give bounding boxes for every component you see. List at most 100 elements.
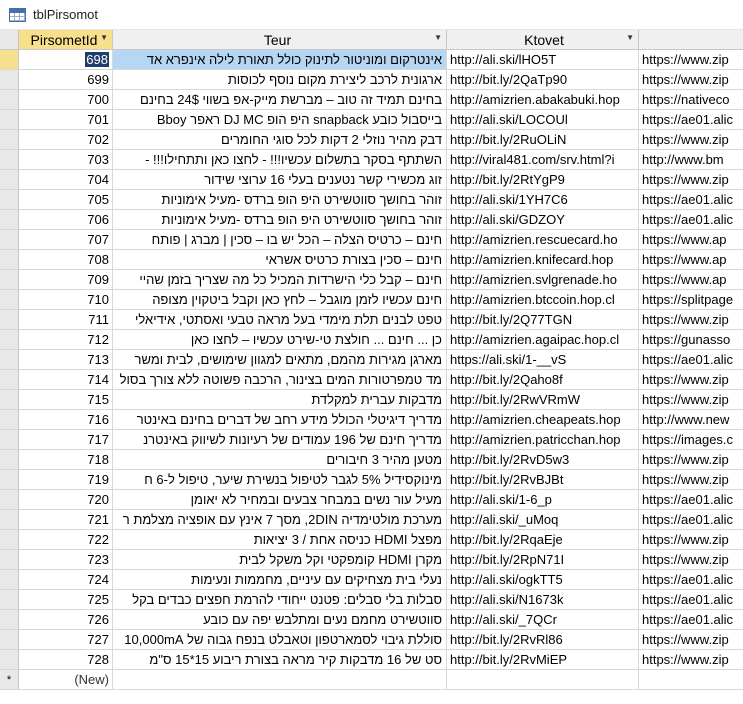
- cell-pirsometid[interactable]: 727: [19, 630, 113, 650]
- cell-pirsometid[interactable]: 699: [19, 70, 113, 90]
- cell-extra[interactable]: https://www.zip: [639, 50, 743, 70]
- cell-pirsometid[interactable]: 725: [19, 590, 113, 610]
- cell-pirsometid[interactable]: 703: [19, 150, 113, 170]
- row-selector[interactable]: [0, 270, 19, 290]
- new-record-row[interactable]: * (New): [0, 670, 743, 690]
- table-row[interactable]: 720 מעיל עור נשים במבחר צבעים ובמחיר לא י…: [0, 490, 743, 510]
- cell-ktovet[interactable]: http://ali.ski/1-6_p: [447, 490, 639, 510]
- row-selector[interactable]: [0, 450, 19, 470]
- cell-ktovet[interactable]: http://ali.ski/1YH7C6: [447, 190, 639, 210]
- cell-teur[interactable]: מארגן מגירות מהמם, מתאים למגוון שימושים,…: [113, 350, 447, 370]
- cell-extra[interactable]: https://ae01.alic: [639, 510, 743, 530]
- table-row[interactable]: 714 מד טמפרטורות המים בצינור, הרכבה פשוטה…: [0, 370, 743, 390]
- cell-teur[interactable]: סט של 16 מדבקות קיר מראה בצורת ריבוע 15*…: [113, 650, 447, 670]
- cell-ktovet[interactable]: http://bit.ly/2RvMiEP: [447, 650, 639, 670]
- cell-extra[interactable]: https://ae01.alic: [639, 210, 743, 230]
- table-row[interactable]: 728 סט של 16 מדבקות קיר מראה בצורת ריבוע …: [0, 650, 743, 670]
- row-selector[interactable]: [0, 350, 19, 370]
- cell-extra[interactable]: http://www.bm: [639, 150, 743, 170]
- cell-teur[interactable]: זוג מכשירי קשר נטענים בעלי 16 ערוצי שידו…: [113, 170, 447, 190]
- row-selector[interactable]: [0, 90, 19, 110]
- cell-ktovet[interactable]: http://bit.ly/2RuOLiN: [447, 130, 639, 150]
- table-row[interactable]: 719 מינוקסידיל 5% לגבר לטיפול בנשירת שיער…: [0, 470, 743, 490]
- row-selector[interactable]: [0, 310, 19, 330]
- cell-extra[interactable]: https://www.zip: [639, 310, 743, 330]
- cell-ktovet[interactable]: http://ali.ski/_uMoq: [447, 510, 639, 530]
- cell-ktovet[interactable]: http://ali.ski/GDZOY: [447, 210, 639, 230]
- row-selector[interactable]: [0, 190, 19, 210]
- cell-pirsometid[interactable]: 716: [19, 410, 113, 430]
- cell-extra[interactable]: https://ae01.alic: [639, 190, 743, 210]
- dropdown-arrow-icon[interactable]: ▼: [626, 33, 634, 42]
- cell-extra[interactable]: https://gunasso: [639, 330, 743, 350]
- cell-pirsometid[interactable]: 718: [19, 450, 113, 470]
- row-selector[interactable]: [0, 390, 19, 410]
- cell-teur[interactable]: מעיל עור נשים במבחר צבעים ובמחיר לא יאומ…: [113, 490, 447, 510]
- cell-ktovet[interactable]: http://amizrien.abakabuki.hop: [447, 90, 639, 110]
- cell-teur[interactable]: [113, 670, 447, 690]
- cell-extra[interactable]: https://ae01.alic: [639, 350, 743, 370]
- column-header-teur[interactable]: Teur ▼: [113, 30, 447, 49]
- cell-extra[interactable]: https://ae01.alic: [639, 590, 743, 610]
- cell-ktovet[interactable]: http://viral481.com/srv.html?i: [447, 150, 639, 170]
- cell-extra[interactable]: https://www.zip: [639, 470, 743, 490]
- cell-pirsometid[interactable]: 713: [19, 350, 113, 370]
- cell-ktovet[interactable]: http://bit.ly/2Qaho8f: [447, 370, 639, 390]
- cell-extra[interactable]: https://www.zip: [639, 130, 743, 150]
- cell-pirsometid[interactable]: 711: [19, 310, 113, 330]
- cell-ktovet[interactable]: http://bit.ly/2RwVRmW: [447, 390, 639, 410]
- cell-teur[interactable]: חינם – סכין בצורת כרטיס אשראי: [113, 250, 447, 270]
- cell-ktovet[interactable]: http://bit.ly/2RtYgP9: [447, 170, 639, 190]
- cell-extra[interactable]: http://www.new: [639, 410, 743, 430]
- cell-ktovet[interactable]: https://ali.ski/1-__vS: [447, 350, 639, 370]
- cell-pirsometid[interactable]: 723: [19, 550, 113, 570]
- row-selector[interactable]: [0, 210, 19, 230]
- cell-ktovet[interactable]: http://amizrien.agaipac.hop.cl: [447, 330, 639, 350]
- table-row[interactable]: 699 ארגונית לרכב ליצירת מקום נוסף לכוסות h…: [0, 70, 743, 90]
- table-row[interactable]: 713 מארגן מגירות מהמם, מתאים למגוון שימוש…: [0, 350, 743, 370]
- cell-ktovet[interactable]: http://bit.ly/2RvD5w3: [447, 450, 639, 470]
- cell-ktovet[interactable]: http://ali.ski/_7QCr: [447, 610, 639, 630]
- cell-ktovet[interactable]: http://bit.ly/2RvBJBt: [447, 470, 639, 490]
- cell-teur[interactable]: מטען מהיר 3 חיבורים: [113, 450, 447, 470]
- cell-pirsometid[interactable]: 728: [19, 650, 113, 670]
- table-row[interactable]: 724 נעלי בית מצחיקים עם עיניים, מחממות ונ…: [0, 570, 743, 590]
- cell-teur[interactable]: מינוקסידיל 5% לגבר לטיפול בנשירת שיער, ט…: [113, 470, 447, 490]
- cell-extra[interactable]: https://ae01.alic: [639, 610, 743, 630]
- cell-pirsometid[interactable]: 724: [19, 570, 113, 590]
- cell-ktovet[interactable]: http://ali.ski/N1673k: [447, 590, 639, 610]
- cell-teur[interactable]: דבק מהיר נוזלי 2 דקות לכל סוגי החומרים: [113, 130, 447, 150]
- row-selector[interactable]: [0, 250, 19, 270]
- cell-pirsometid[interactable]: 721: [19, 510, 113, 530]
- cell-ktovet[interactable]: http://ali.ski/lHO5T: [447, 50, 639, 70]
- column-header-ktovet[interactable]: Ktovet ▼: [447, 30, 639, 49]
- table-row[interactable]: 715 מדבקות עברית למקלדת http://bit.ly/2RwV…: [0, 390, 743, 410]
- cell-extra[interactable]: https://images.c: [639, 430, 743, 450]
- cell-extra[interactable]: https://www.zip: [639, 550, 743, 570]
- cell-teur[interactable]: סוללת גיבוי לסמארטפון וטאבלט בנפח גבוה ש…: [113, 630, 447, 650]
- table-row[interactable]: 708 חינם – סכין בצורת כרטיס אשראי http://a…: [0, 250, 743, 270]
- column-header-partial[interactable]: [639, 30, 743, 49]
- table-row[interactable]: 725 סבלות בלי סבלים: פטנט ייחודי להרמת חפ…: [0, 590, 743, 610]
- table-row[interactable]: 723 מקרן HDMI קומפקטי וקל משקל לבית http:/…: [0, 550, 743, 570]
- cell-ktovet[interactable]: http://amizrien.cheapeats.hop: [447, 410, 639, 430]
- cell-extra[interactable]: https://ae01.alic: [639, 490, 743, 510]
- cell-teur[interactable]: טפט לבנים תלת מימדי בעל מראה טבעי ואסתטי…: [113, 310, 447, 330]
- cell-teur[interactable]: כן ... חינם ... חולצת טי-שירט עכשיו – לח…: [113, 330, 447, 350]
- cell-teur[interactable]: בחינם תמיד זה טוב – מברשת מייק-אפ בשווי …: [113, 90, 447, 110]
- table-row[interactable]: 726 סווטשירט מחמם נעים ומתלבש יפה עם כובע…: [0, 610, 743, 630]
- cell-extra[interactable]: https://www.ap: [639, 250, 743, 270]
- cell-ktovet[interactable]: http://amizrien.knifecard.hop: [447, 250, 639, 270]
- table-row[interactable]: 721 מערכת מולטימדיה 2DIN, מסך 7 אינץ עם א…: [0, 510, 743, 530]
- cell-extra[interactable]: https://splitpage: [639, 290, 743, 310]
- cell-teur[interactable]: ארגונית לרכב ליצירת מקום נוסף לכוסות: [113, 70, 447, 90]
- table-row[interactable]: 716 מדריך דיגיטלי הכולל מידע רחב של דברים…: [0, 410, 743, 430]
- table-row[interactable]: 707 חינם – כרטיס הצלה – הכל יש בו – סכין …: [0, 230, 743, 250]
- cell-teur[interactable]: חינם – קבל כלי הישרדות המכיל כל מה שצריך…: [113, 270, 447, 290]
- table-row[interactable]: 711 טפט לבנים תלת מימדי בעל מראה טבעי ואס…: [0, 310, 743, 330]
- cell-pirsometid[interactable]: 719: [19, 470, 113, 490]
- row-selector[interactable]: [0, 610, 19, 630]
- cell-ktovet[interactable]: http://bit.ly/2Q77TGN: [447, 310, 639, 330]
- datasheet-grid[interactable]: PirsometId ▼ Teur ▼ Ktovet ▼ 698 אינטרקום…: [0, 30, 743, 704]
- column-header-pirsometid[interactable]: PirsometId ▼: [19, 30, 113, 49]
